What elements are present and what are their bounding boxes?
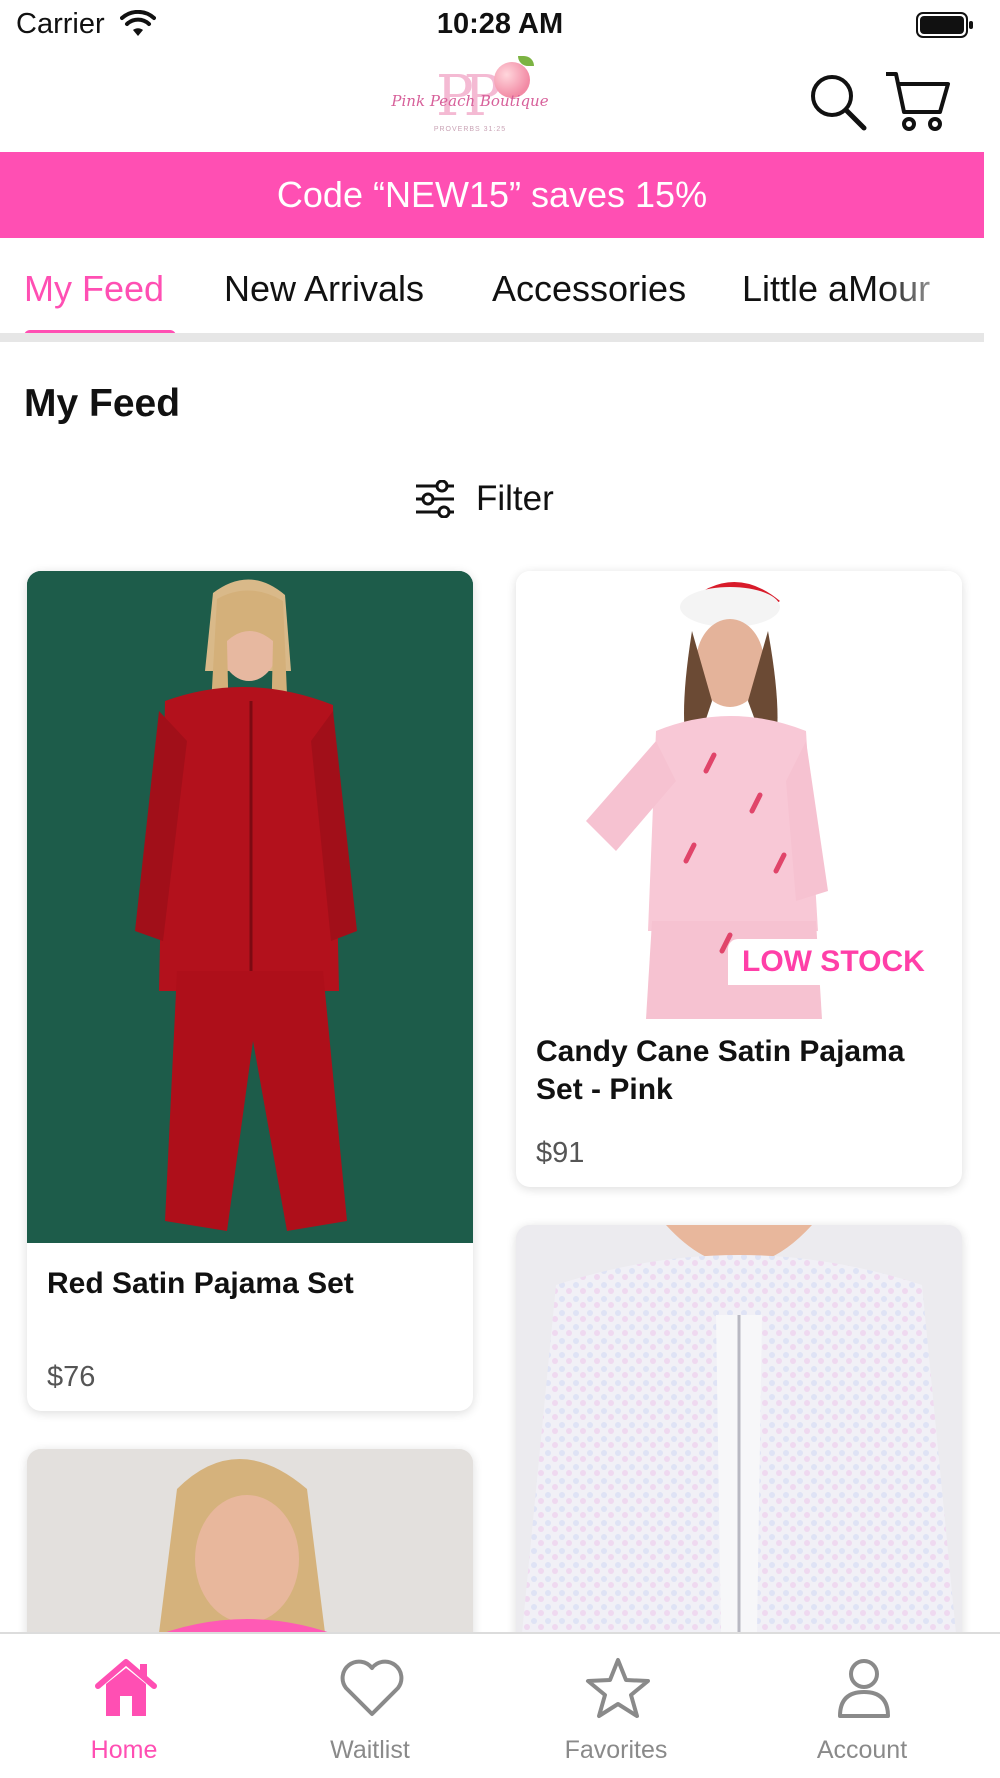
- filter-icon: [416, 480, 454, 518]
- nav-account[interactable]: Account: [772, 1644, 952, 1774]
- active-tab-indicator: [24, 330, 176, 333]
- heart-icon: [340, 1659, 404, 1716]
- filter-button[interactable]: Filter: [414, 474, 554, 524]
- promo-banner[interactable]: Code “NEW15” saves 15%: [0, 152, 984, 238]
- low-stock-badge: LOW STOCK: [728, 939, 939, 985]
- filter-label: Filter: [476, 479, 554, 518]
- search-button[interactable]: [808, 72, 868, 132]
- promo-text: Code “NEW15” saves 15%: [276, 174, 708, 215]
- product-name: Red Satin Pajama Set: [47, 1267, 354, 1300]
- tab-new-arrivals[interactable]: New Arrivals: [224, 268, 424, 310]
- cart-button[interactable]: [884, 68, 952, 134]
- category-tabs: My Feed New Arrivals Accessories Little …: [0, 238, 984, 342]
- nav-account-label: Account: [816, 1736, 908, 1764]
- nav-home-label: Home: [90, 1736, 158, 1764]
- logo-subtext: PROVERBS 31:25: [433, 126, 507, 133]
- status-time: 10:28 AM: [436, 8, 564, 40]
- search-icon: [811, 75, 867, 131]
- tab-little-amour[interactable]: Little aMour: [742, 268, 930, 310]
- nav-favorites-label: Favorites: [564, 1736, 668, 1764]
- product-price: $91: [536, 1137, 585, 1169]
- product-image: [27, 571, 473, 1243]
- nav-waitlist-label: Waitlist: [330, 1736, 410, 1764]
- product-price: $76: [47, 1361, 96, 1393]
- battery-icon: [916, 12, 973, 38]
- status-bar: Carrier 10:28 AM: [0, 0, 1000, 50]
- bottom-nav: Home Waitlist Favorites Account: [0, 1632, 1000, 1778]
- product-card[interactable]: Red Satin Pajama Set $76: [27, 571, 473, 1411]
- home-icon: [95, 1659, 157, 1716]
- product-card[interactable]: LOW STOCK Candy Cane Satin Pajama Set - …: [516, 571, 962, 1187]
- cart-icon: [886, 72, 950, 131]
- app-header: PP Pink Peach Boutique PROVERBS 31:25: [0, 50, 1000, 152]
- star-icon: [586, 1658, 650, 1718]
- brand-logo[interactable]: PP Pink Peach Boutique PROVERBS 31:25: [380, 56, 560, 140]
- nav-home[interactable]: Home: [34, 1644, 214, 1774]
- tab-accessories[interactable]: Accessories: [492, 268, 686, 310]
- nav-favorites[interactable]: Favorites: [526, 1644, 706, 1774]
- product-image: [516, 1225, 962, 1695]
- tab-my-feed[interactable]: My Feed: [24, 268, 164, 310]
- product-card[interactable]: [516, 1225, 962, 1695]
- logo-text: Pink Peach Boutique: [391, 92, 549, 110]
- person-icon: [838, 1659, 890, 1718]
- product-name: Candy Cane Satin Pajama Set - Pink: [536, 1035, 905, 1106]
- page-title: My Feed: [24, 382, 181, 425]
- nav-waitlist[interactable]: Waitlist: [280, 1644, 460, 1774]
